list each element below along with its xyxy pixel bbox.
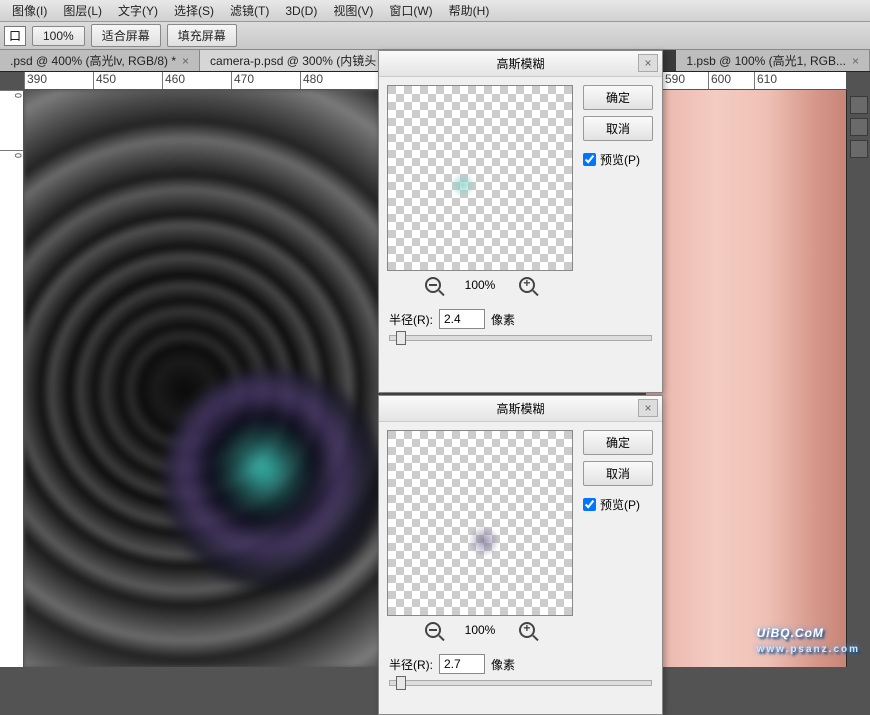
close-icon[interactable]: × — [852, 54, 859, 68]
tab-label: 1.psb @ 100% (高光1, RGB... — [686, 52, 846, 69]
radius-slider[interactable] — [389, 680, 652, 686]
menu-image[interactable]: 图像(I) — [4, 2, 55, 19]
tab-doc-3[interactable]: 1.psb @ 100% (高光1, RGB... × — [676, 50, 870, 71]
preview-label-text: 预览(P) — [600, 496, 640, 513]
ok-button[interactable]: 确定 — [583, 430, 653, 455]
radius-input[interactable] — [439, 654, 485, 674]
lens-rings-artwork — [24, 90, 380, 667]
slider-thumb[interactable] — [396, 676, 406, 690]
tab-doc-2[interactable]: camera-p.psd @ 300% (内镜头 — [200, 50, 387, 71]
options-bar: 口 100% 适合屏幕 填充屏幕 — [0, 22, 870, 50]
radius-unit: 像素 — [491, 656, 515, 673]
gaussian-blur-dialog-1: 高斯模糊 × 100% 确定 取消 预览(P) 半径 — [378, 50, 663, 393]
radius-unit: 像素 — [491, 311, 515, 328]
preview-checkbox-label[interactable]: 预览(P) — [583, 151, 653, 168]
canvas-right-document[interactable] — [646, 90, 846, 667]
preview-content — [450, 172, 476, 198]
ruler-tick: 460 — [162, 72, 231, 89]
cancel-button[interactable]: 取消 — [583, 116, 653, 141]
menu-window[interactable]: 窗口(W) — [381, 2, 440, 19]
close-icon[interactable]: × — [638, 54, 658, 72]
filter-preview[interactable] — [387, 430, 573, 616]
lens-glass-artwork — [164, 370, 380, 590]
preview-content — [468, 525, 500, 557]
tab-label: .psd @ 400% (高光lv, RGB/8) * — [10, 52, 176, 69]
close-icon[interactable]: × — [182, 54, 189, 68]
preview-checkbox[interactable] — [583, 153, 596, 166]
fit-screen-button[interactable]: 适合屏幕 — [91, 24, 161, 47]
fill-screen-button[interactable]: 填充屏幕 — [167, 24, 237, 47]
watermark-sub: www.psanz.com — [757, 644, 860, 655]
zoom-level-field[interactable]: 100% — [32, 26, 85, 46]
panel-icon[interactable] — [850, 96, 868, 114]
tab-label: camera-p.psd @ 300% (内镜头 — [210, 52, 376, 69]
menu-select[interactable]: 选择(S) — [166, 2, 222, 19]
ruler-tick: 0 — [0, 150, 23, 210]
preview-zoom: 100% — [465, 623, 496, 637]
dialog-titlebar[interactable]: 高斯模糊 × — [379, 51, 662, 77]
menu-view[interactable]: 视图(V) — [325, 2, 381, 19]
menu-filter[interactable]: 滤镜(T) — [222, 2, 277, 19]
menu-layer[interactable]: 图层(L) — [55, 2, 110, 19]
preview-checkbox[interactable] — [583, 498, 596, 511]
menu-help[interactable]: 帮助(H) — [441, 2, 498, 19]
ruler-vertical: 0 0 — [0, 90, 24, 667]
ok-button[interactable]: 确定 — [583, 85, 653, 110]
ruler-tick: 590 — [662, 72, 708, 89]
ruler-tick: 480 — [300, 72, 369, 89]
preview-zoom: 100% — [465, 278, 496, 292]
ruler-tick: 610 — [754, 72, 800, 89]
close-icon[interactable]: × — [638, 399, 658, 417]
menu-text[interactable]: 文字(Y) — [110, 2, 166, 19]
ruler-tick: 390 — [24, 72, 93, 89]
watermark: UiBQ.CoM www.psanz.com — [757, 612, 860, 655]
menu-3d[interactable]: 3D(D) — [277, 4, 325, 18]
dialog-titlebar[interactable]: 高斯模糊 × — [379, 396, 662, 422]
slider-thumb[interactable] — [396, 331, 406, 345]
preview-checkbox-label[interactable]: 预览(P) — [583, 496, 653, 513]
cancel-button[interactable]: 取消 — [583, 461, 653, 486]
panel-icon[interactable] — [850, 118, 868, 136]
ruler-tick: 600 — [708, 72, 754, 89]
tab-doc-1[interactable]: .psd @ 400% (高光lv, RGB/8) * × — [0, 50, 200, 71]
ruler-tick: 470 — [231, 72, 300, 89]
filter-preview[interactable] — [387, 85, 573, 271]
ruler-tick: 450 — [93, 72, 162, 89]
radius-label: 半径(R): — [389, 311, 433, 328]
menu-bar: 图像(I) 图层(L) 文字(Y) 选择(S) 滤镜(T) 3D(D) 视图(V… — [0, 0, 870, 22]
dialog-title: 高斯模糊 — [496, 55, 544, 72]
gaussian-blur-dialog-2: 高斯模糊 × 100% 确定 取消 预览(P) 半径 — [378, 395, 663, 715]
watermark-main: UiBQ.CoM — [757, 626, 824, 640]
tool-icon[interactable]: 口 — [4, 26, 26, 46]
panel-icon[interactable] — [850, 140, 868, 158]
zoom-out-icon[interactable] — [425, 622, 441, 638]
workspace: 390 450 460 470 480 570 580 590 600 610 … — [0, 72, 870, 667]
ruler-tick: 0 — [0, 90, 23, 150]
radius-slider[interactable] — [389, 335, 652, 341]
canvas-left-document[interactable] — [24, 90, 380, 667]
zoom-out-icon[interactable] — [425, 277, 441, 293]
panel-dock-right — [846, 90, 870, 667]
zoom-in-icon[interactable] — [519, 622, 535, 638]
preview-label-text: 预览(P) — [600, 151, 640, 168]
radius-label: 半径(R): — [389, 656, 433, 673]
radius-input[interactable] — [439, 309, 485, 329]
dialog-title: 高斯模糊 — [496, 400, 544, 417]
zoom-in-icon[interactable] — [519, 277, 535, 293]
